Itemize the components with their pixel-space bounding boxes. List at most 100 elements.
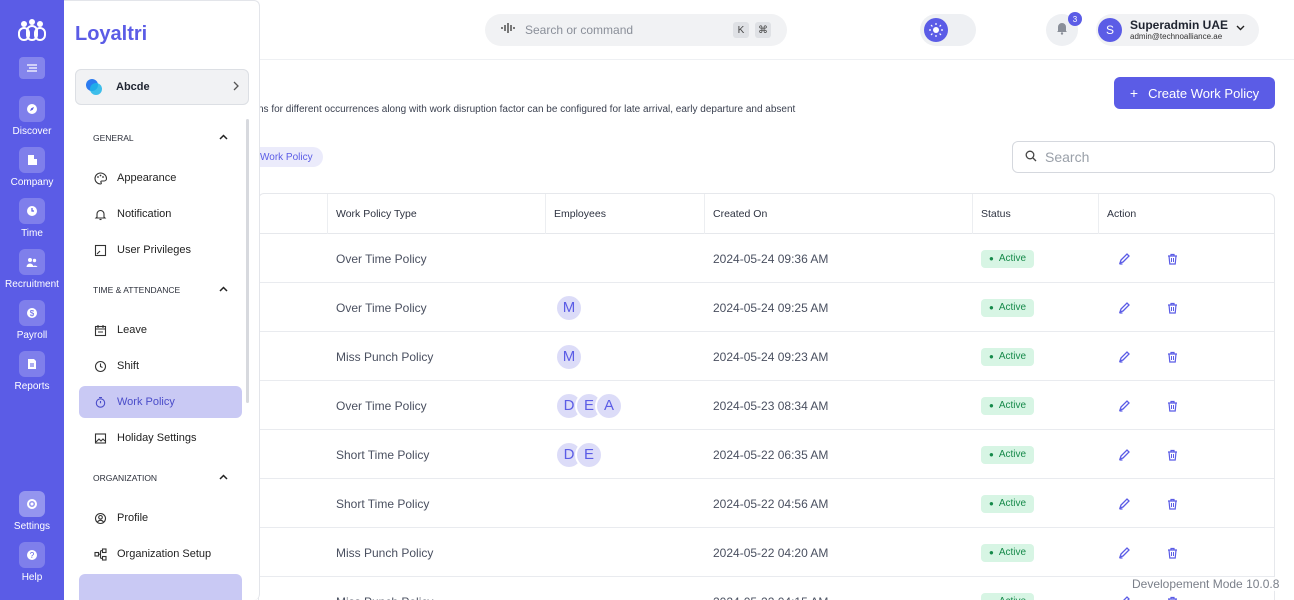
rail-item-reports[interactable]: Reports (0, 351, 64, 392)
palette-icon (93, 171, 107, 185)
status-cell: ● Active (981, 528, 1035, 577)
clock-icon (19, 198, 45, 224)
action-cell (1117, 528, 1213, 577)
trash-icon[interactable] (1165, 252, 1179, 266)
rail-item-time[interactable]: Time (0, 198, 64, 239)
col-header-employees[interactable]: Employees (545, 194, 704, 234)
top-header: Search or command K ⌘ 3 S Superadmin UAE… (260, 0, 1294, 60)
bell-icon (93, 207, 107, 221)
section-header-1[interactable]: TIME & ATTENDANCE (93, 284, 228, 295)
col-header-type[interactable]: Work Policy Type (327, 194, 545, 234)
section-header-0[interactable]: GENERAL (93, 132, 228, 143)
command-search[interactable]: Search or command K ⌘ (485, 14, 787, 46)
created-on-cell: 2024-05-24 09:36 AM (713, 251, 829, 266)
edit-icon[interactable] (1117, 350, 1131, 364)
employee-avatar[interactable]: M (555, 342, 583, 371)
col-header-status[interactable]: Status (972, 194, 1098, 234)
rail-item-label: Time (21, 228, 43, 239)
trash-icon[interactable] (1165, 448, 1179, 462)
org-switcher[interactable]: Abcde (75, 69, 249, 105)
brand-title: Loyaltri (75, 23, 148, 45)
rail-item-recruitment[interactable]: Recruitment (0, 249, 64, 290)
status-label: Active (998, 351, 1027, 362)
nav-item-notification[interactable]: Notification (79, 198, 242, 230)
edit-icon[interactable] (1117, 546, 1131, 560)
employee-avatar[interactable]: A (595, 391, 623, 420)
rail-item-discover[interactable]: Discover (0, 96, 64, 137)
edit-icon[interactable] (1117, 497, 1131, 511)
table-search-input[interactable]: Search (1012, 141, 1275, 173)
chevron-up-icon (219, 132, 228, 143)
status-cell: ●Active (981, 234, 1035, 283)
rail-settings[interactable]: Settings (0, 491, 64, 532)
nav-item-leave[interactable]: Leave (79, 314, 242, 346)
nav-item-user-privileges[interactable]: User Privileges (79, 234, 242, 266)
status-label: Active (998, 302, 1027, 313)
edit-icon[interactable] (1117, 301, 1131, 315)
policy-type-cell: Short Time Policy (336, 447, 430, 462)
edit-icon[interactable] (1117, 252, 1131, 266)
rail-item-label: Reports (14, 381, 50, 392)
calendar-icon (93, 323, 107, 337)
edit-icon[interactable] (1117, 595, 1131, 600)
status-label: Active (998, 449, 1027, 460)
action-cell (1117, 332, 1213, 381)
rail-item-label: Payroll (16, 330, 48, 341)
menu-toggle-icon[interactable] (19, 57, 45, 79)
rail-item-company[interactable]: Company (0, 147, 64, 188)
voice-wave-icon[interactable] (501, 21, 515, 39)
policy-type-cell: Over Time Policy (336, 300, 427, 315)
nav-item-organization-setup[interactable]: Organization Setup (79, 538, 242, 570)
status-cell: ●Active (981, 577, 1035, 600)
created-on-cell: 2024-05-22 04:15 AM (713, 577, 828, 600)
status-dot-icon: ● (989, 450, 994, 459)
nav-item-holiday-settings[interactable]: Holiday Settings (79, 422, 242, 454)
trash-icon[interactable] (1165, 399, 1179, 413)
nav-item-appearance[interactable]: Appearance (79, 162, 242, 194)
col-header-created[interactable]: Created On (704, 194, 972, 234)
user-menu[interactable]: S Superadmin UAE admin@technoalliance.ae (1096, 14, 1259, 46)
status-cell: ●Active (981, 381, 1035, 430)
section-title: ORGANIZATION (93, 472, 158, 483)
status-label: Active (998, 547, 1027, 558)
status-dot-icon: ● (989, 499, 994, 508)
section-header-2[interactable]: ORGANIZATION (93, 472, 228, 483)
created-on-cell: 2024-05-22 06:35 AM (713, 447, 829, 462)
status-dot-icon: ● (989, 548, 994, 557)
trash-icon[interactable] (1165, 595, 1179, 600)
app-logo-icon[interactable] (16, 16, 48, 44)
nav-item-work-policy[interactable]: Work Policy (79, 386, 242, 418)
create-work-policy-button[interactable]: + Create Work Policy (1114, 77, 1275, 109)
trash-icon[interactable] (1165, 301, 1179, 315)
status-badge: ● Active (981, 494, 1035, 513)
trash-icon[interactable] (1165, 497, 1179, 511)
chevron-down-icon (1236, 23, 1245, 34)
notifications-button[interactable]: 3 (1046, 12, 1082, 46)
trash-icon[interactable] (1165, 546, 1179, 560)
employee-avatar[interactable]: M (555, 293, 583, 322)
edit-icon[interactable] (1117, 399, 1131, 413)
rail-item-payroll[interactable]: $ Payroll (0, 300, 64, 341)
people-icon (19, 249, 45, 275)
created-on-cell: 2024-05-22 04:56 AM (713, 496, 829, 511)
rail-help[interactable]: ? Help (0, 542, 64, 583)
nav-item-profile[interactable]: Profile (79, 502, 242, 534)
nav-item-shift[interactable]: Shift (79, 350, 242, 382)
employee-avatar[interactable]: E (575, 440, 603, 469)
theme-toggle[interactable] (920, 14, 976, 46)
panel-scrollbar[interactable] (246, 119, 249, 403)
table-row: Miss Punch Policy 2024-05-22 04:20 AM ● Act… (259, 528, 1274, 577)
sun-icon (924, 18, 948, 42)
created-on-cell: 2024-05-23 08:34 AM (713, 398, 829, 413)
status-badge: ● Active (981, 396, 1035, 415)
status-dot-icon: ● (989, 352, 994, 361)
nav-item-overflow[interactable] (79, 574, 242, 600)
breadcrumb[interactable]: Work Policy (250, 147, 323, 167)
stopwatch-icon (93, 395, 107, 409)
rail-item-label: Discover (12, 126, 52, 137)
trash-icon[interactable] (1165, 350, 1179, 364)
edit-icon[interactable] (1117, 448, 1131, 462)
action-cell (1117, 430, 1213, 479)
page-description: ns for different occurrences along with … (258, 104, 796, 115)
svg-text:?: ? (30, 551, 35, 560)
